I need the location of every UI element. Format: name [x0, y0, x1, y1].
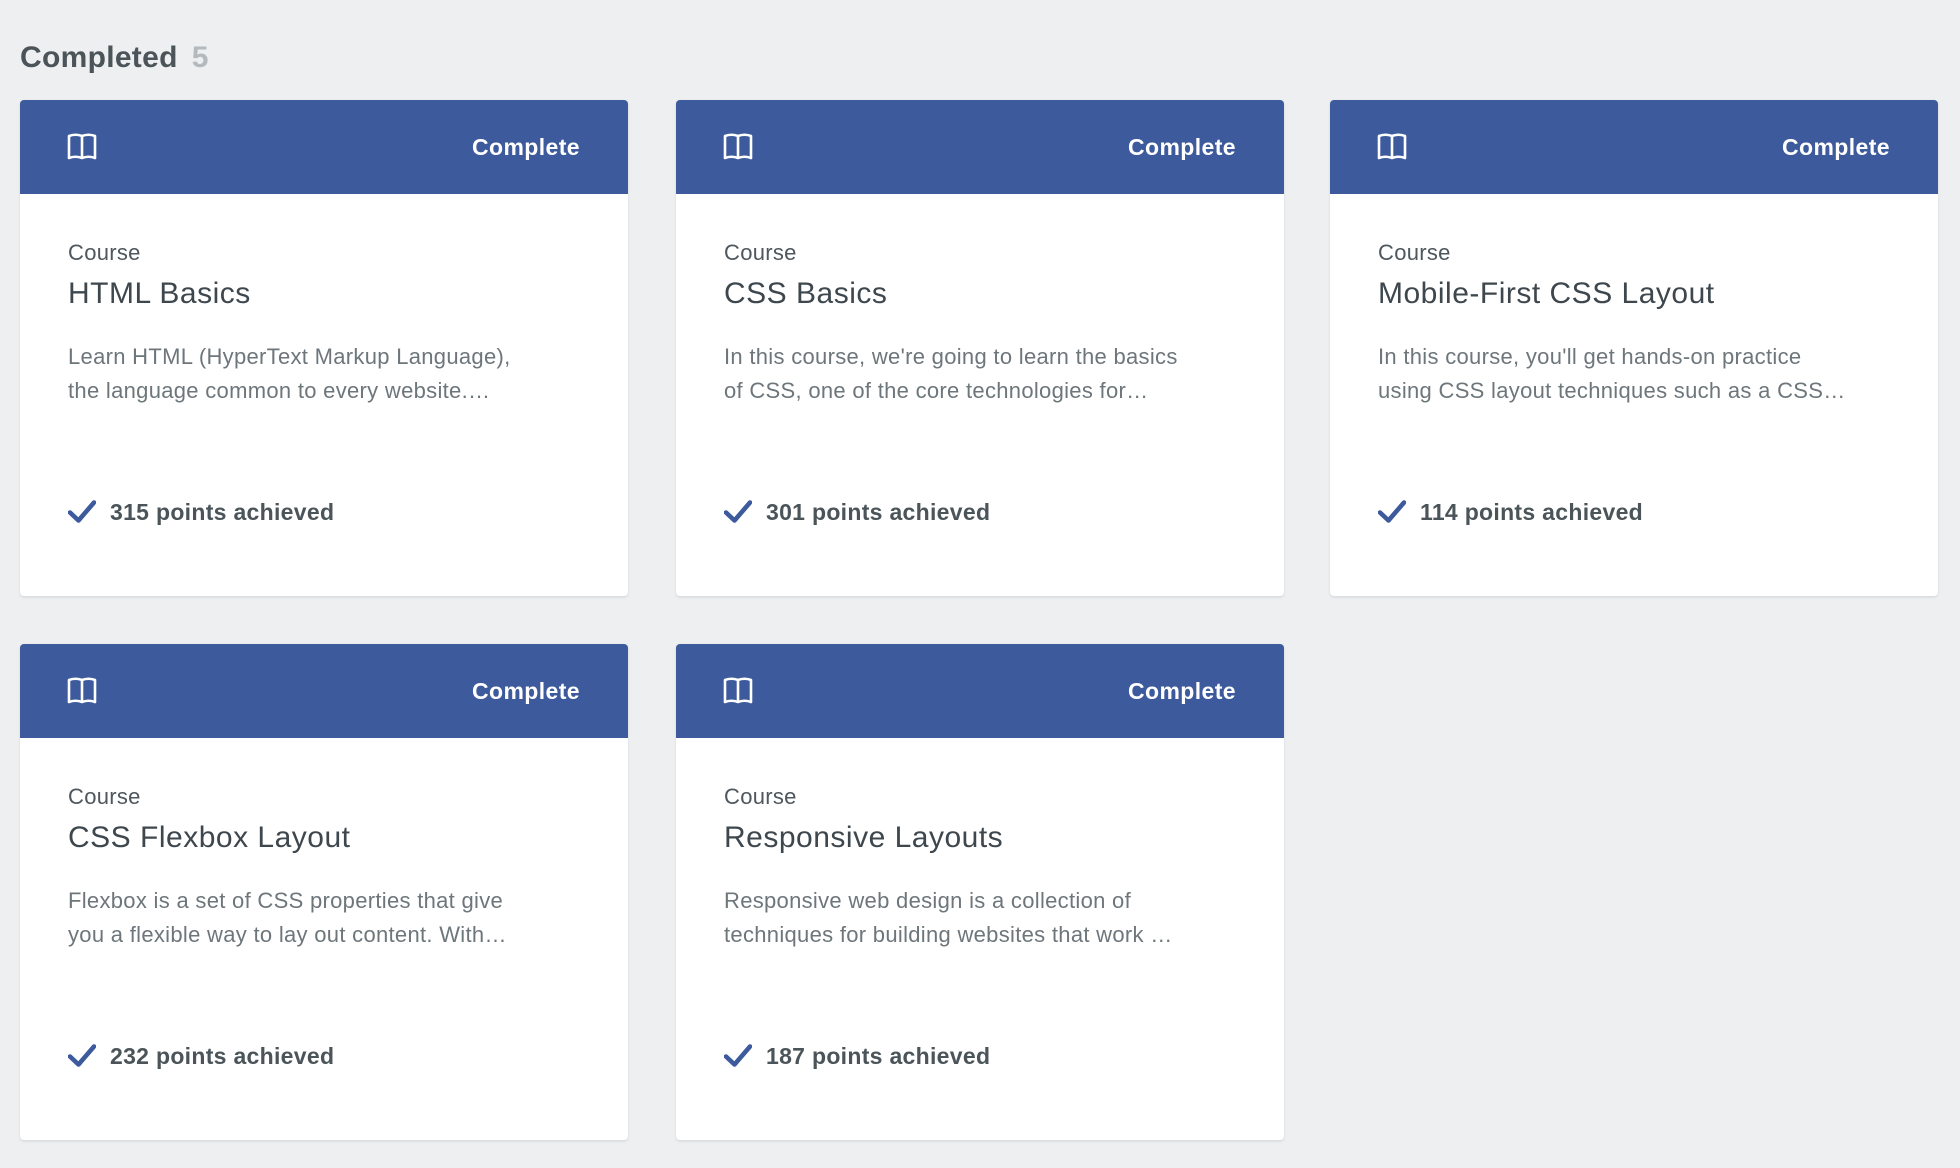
card-title[interactable]: HTML Basics	[68, 274, 251, 314]
card-description: Learn HTML (HyperText Markup Language), …	[68, 340, 588, 408]
course-card[interactable]: Complete Course HTML Basics Learn HTML (…	[20, 100, 628, 596]
points-row: 301 points achieved	[724, 495, 990, 529]
card-body: Course Responsive Layouts Responsive web…	[724, 644, 1244, 1140]
completed-section: Completed 5 Complete Course HTML Basics L…	[0, 0, 1960, 1168]
points-row: 315 points achieved	[68, 495, 334, 529]
card-description: In this course, you'll get hands-on prac…	[1378, 340, 1898, 408]
card-type: Course	[68, 240, 141, 265]
checkmark-icon	[724, 1043, 752, 1069]
card-title[interactable]: CSS Basics	[724, 274, 887, 314]
card-description: Flexbox is a set of CSS properties that …	[68, 884, 588, 952]
card-type: Course	[724, 784, 797, 809]
points-achieved: 232 points achieved	[110, 1043, 335, 1069]
points-row: 187 points achieved	[724, 1039, 990, 1073]
card-description-line: the language common to every website.…	[68, 378, 491, 403]
card-body: Course CSS Flexbox Layout Flexbox is a s…	[68, 644, 588, 1140]
card-title[interactable]: CSS Flexbox Layout	[68, 818, 350, 858]
course-card[interactable]: Complete Course CSS Basics In this cours…	[676, 100, 1284, 596]
card-description: Responsive web design is a collection of…	[724, 884, 1244, 952]
card-title[interactable]: Mobile-First CSS Layout	[1378, 274, 1715, 314]
points-row: 232 points achieved	[68, 1039, 334, 1073]
card-description-line: you a flexible way to lay out content. W…	[68, 922, 507, 947]
points-achieved: 187 points achieved	[766, 1043, 991, 1069]
card-body: Course CSS Basics In this course, we're …	[724, 100, 1244, 596]
card-description-line: techniques for building websites that wo…	[724, 922, 1173, 947]
card-title[interactable]: Responsive Layouts	[724, 818, 1003, 858]
card-description-line: In this course, you'll get hands-on prac…	[1378, 344, 1802, 369]
points-achieved: 114 points achieved	[1420, 499, 1644, 525]
card-type: Course	[1378, 240, 1451, 265]
card-description: In this course, we're going to learn the…	[724, 340, 1244, 408]
section-heading: Completed 5	[20, 38, 209, 78]
card-description-line: Flexbox is a set of CSS properties that …	[68, 888, 504, 913]
points-achieved: 301 points achieved	[766, 499, 991, 525]
checkmark-icon	[68, 1043, 96, 1069]
card-description-line: Responsive web design is a collection of	[724, 888, 1132, 913]
card-body: Course Mobile-First CSS Layout In this c…	[1378, 100, 1898, 596]
card-description-line: In this course, we're going to learn the…	[724, 344, 1178, 369]
card-description-line: Learn HTML (HyperText Markup Language),	[68, 344, 511, 369]
course-card[interactable]: Complete Course Mobile-First CSS Layout …	[1330, 100, 1938, 596]
checkmark-icon	[724, 499, 752, 525]
course-card[interactable]: Complete Course CSS Flexbox Layout Flexb…	[20, 644, 628, 1140]
card-body: Course HTML Basics Learn HTML (HyperText…	[68, 100, 588, 596]
course-card[interactable]: Complete Course Responsive Layouts Respo…	[676, 644, 1284, 1140]
checkmark-icon	[68, 499, 96, 525]
section-count: 5	[191, 41, 209, 74]
checkmark-icon	[1378, 499, 1406, 525]
card-type: Course	[68, 784, 141, 809]
card-description-line: of CSS, one of the core technologies for…	[724, 378, 1149, 403]
card-description-line: using CSS layout techniques such as a CS…	[1378, 378, 1846, 403]
points-row: 114 points achieved	[1378, 495, 1643, 529]
card-type: Course	[724, 240, 797, 265]
points-achieved: 315 points achieved	[110, 499, 335, 525]
section-title: Completed	[20, 41, 178, 74]
